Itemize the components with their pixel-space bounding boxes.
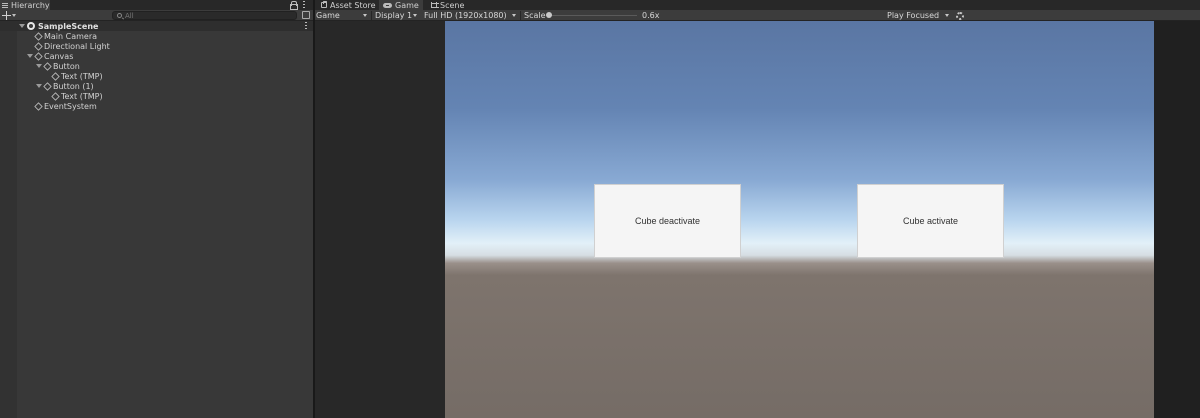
gameobject-icon	[43, 62, 51, 70]
hierarchy-item-label: Button	[53, 61, 80, 71]
chevron-down-icon	[413, 14, 417, 17]
hierarchy-item-directional-light[interactable]: Directional Light	[0, 41, 313, 51]
tab-label: Asset Store	[330, 0, 376, 10]
hierarchy-item-label: Text (TMP)	[61, 71, 103, 81]
chevron-down-icon	[512, 14, 516, 17]
search-icon	[117, 13, 122, 18]
scale-value-text: 0.6x	[642, 11, 660, 20]
fold-arrow-icon[interactable]	[19, 23, 25, 29]
list-icon	[2, 2, 8, 8]
lock-icon[interactable]	[290, 1, 298, 10]
game-panel: Asset Store Game Scene Game Display 1 Fu…	[315, 0, 1200, 418]
tab-hierarchy-label: Hierarchy	[11, 0, 50, 10]
chevron-down-icon	[945, 14, 949, 17]
gameobject-icon	[34, 102, 42, 110]
hierarchy-item-main-camera[interactable]: Main Camera	[0, 31, 313, 41]
hierarchy-item-text-tmp[interactable]: Text (TMP)	[0, 71, 313, 81]
chevron-down-icon	[363, 14, 367, 17]
hierarchy-tabbar: Hierarchy	[0, 0, 313, 10]
cube-activate-button[interactable]: Cube activate	[857, 184, 1004, 258]
resolution-dropdown[interactable]: Full HD (1920x1080)	[424, 10, 520, 21]
scale-slider-thumb[interactable]	[546, 12, 552, 18]
scale-label: Scale	[524, 10, 546, 21]
gameobject-icon	[51, 92, 59, 100]
gameobject-icon	[34, 32, 42, 40]
resolution-label: Full HD (1920x1080)	[424, 11, 507, 20]
tab-asset-store[interactable]: Asset Store	[317, 0, 380, 10]
hierarchy-item-label: SampleScene	[38, 21, 99, 31]
tab-label: Scene	[440, 0, 465, 10]
search-placeholder: All	[125, 11, 134, 20]
hierarchy-toolbar: All	[0, 10, 313, 21]
view-mode-label: Game	[316, 11, 340, 20]
grid-icon	[431, 2, 439, 8]
editor-tabbar: Asset Store Game Scene	[315, 0, 1200, 10]
bag-icon	[321, 1, 327, 8]
scale-slider-track[interactable]	[547, 15, 637, 16]
unity-editor: Hierarchy All SampleScene Main Camera Di…	[0, 0, 1200, 418]
gameobject-icon	[34, 42, 42, 50]
unity-scene-icon	[27, 22, 35, 30]
hierarchy-item-button-1[interactable]: Button (1)	[0, 81, 313, 91]
gameobject-icon	[34, 52, 42, 60]
hierarchy-item-label: Directional Light	[44, 41, 110, 51]
display-label: Display 1	[375, 11, 413, 20]
scene-menu-icon[interactable]	[305, 22, 307, 29]
scene-search-icon[interactable]	[302, 11, 310, 19]
viewport-letterbox	[1154, 21, 1200, 418]
hierarchy-item-samplescene[interactable]: SampleScene	[0, 21, 313, 31]
cube-deactivate-button[interactable]: Cube deactivate	[594, 184, 741, 258]
hierarchy-item-label: Canvas	[44, 51, 74, 61]
hierarchy-menu-icon[interactable]	[303, 1, 305, 8]
add-object-icon[interactable]	[2, 11, 11, 20]
button-label: Cube deactivate	[634, 216, 701, 226]
tab-scene[interactable]: Scene	[427, 0, 468, 10]
chevron-down-icon[interactable]	[12, 14, 16, 17]
hierarchy-item-label: Main Camera	[44, 31, 98, 41]
gameobject-icon	[51, 72, 59, 80]
hierarchy-item-eventsystem[interactable]: EventSystem	[0, 101, 313, 111]
gameobject-icon	[43, 82, 51, 90]
hierarchy-search-input[interactable]: All	[112, 11, 297, 20]
toolbar-separator	[371, 11, 372, 20]
play-mode-label: Play Focused	[887, 11, 940, 20]
tab-hierarchy[interactable]: Hierarchy	[0, 0, 50, 10]
view-mode-dropdown[interactable]: Game	[316, 10, 370, 21]
button-label: Cube activate	[902, 216, 959, 226]
hierarchy-item-label: EventSystem	[44, 101, 97, 111]
display-dropdown[interactable]: Display 1	[375, 10, 420, 21]
hierarchy-panel: Hierarchy All SampleScene Main Camera Di…	[0, 0, 313, 418]
hierarchy-item-button[interactable]: Button	[0, 61, 313, 71]
scale-value: 0.6x	[642, 10, 666, 21]
fold-arrow-icon[interactable]	[36, 83, 42, 89]
hierarchy-item-label: Text (TMP)	[61, 91, 103, 101]
toolbar-separator	[520, 11, 521, 20]
fold-arrow-icon[interactable]	[36, 63, 42, 69]
tab-game[interactable]: Game	[379, 0, 423, 10]
gamepad-icon	[383, 2, 392, 8]
tab-label: Game	[395, 0, 419, 10]
hierarchy-item-text-tmp[interactable]: Text (TMP)	[0, 91, 313, 101]
hierarchy-item-label: Button (1)	[53, 81, 94, 91]
game-toolbar: Game Display 1 Full HD (1920x1080) Scale…	[315, 10, 1200, 21]
bug-icon[interactable]	[956, 12, 964, 20]
fold-arrow-icon[interactable]	[27, 53, 33, 59]
play-mode-dropdown[interactable]: Play Focused	[887, 10, 951, 21]
game-viewport[interactable]: Cube deactivate Cube activate	[445, 21, 1154, 418]
hierarchy-item-canvas[interactable]: Canvas	[0, 51, 313, 61]
scale-label-text: Scale	[524, 11, 546, 20]
